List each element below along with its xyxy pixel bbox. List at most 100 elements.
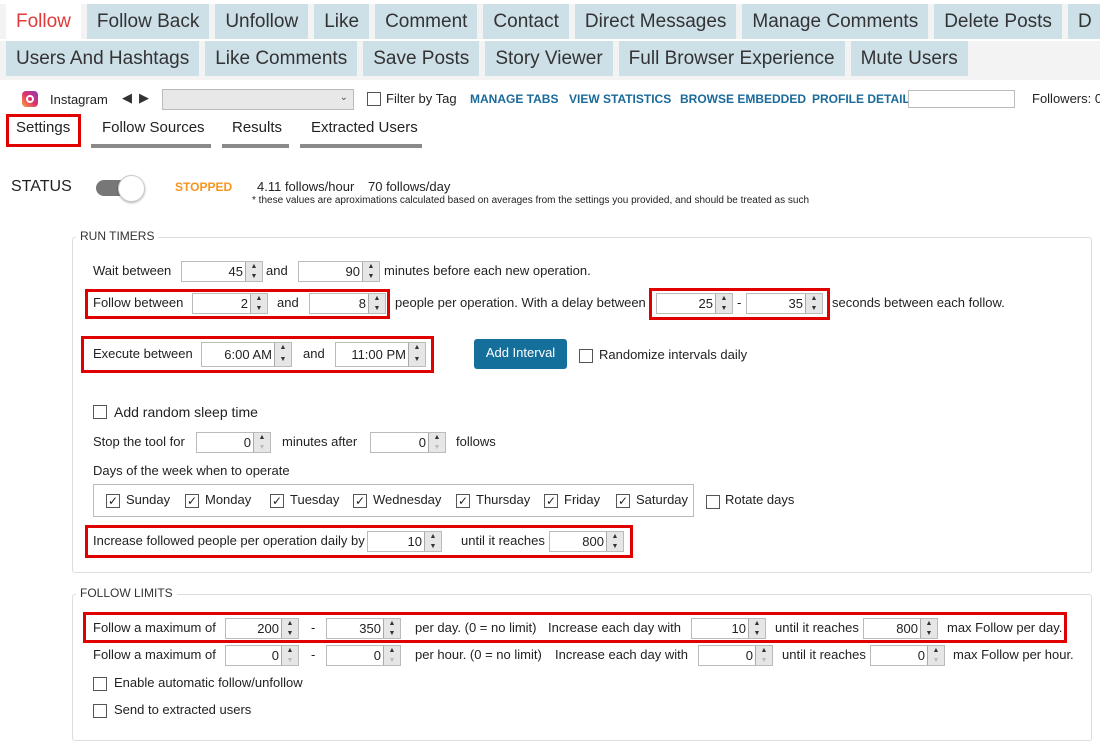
hour-reach-input[interactable]: 0 ▲ ▼: [870, 645, 945, 666]
prev-account-icon[interactable]: ◀: [122, 90, 132, 106]
send-extracted-checkbox[interactable]: [93, 704, 107, 718]
until-label: until it reaches: [782, 647, 866, 662]
randomize-checkbox[interactable]: [579, 349, 593, 363]
add-interval-button[interactable]: Add Interval: [474, 339, 567, 369]
view-statistics-link[interactable]: VIEW STATISTICS: [569, 92, 671, 106]
tab-contact[interactable]: Contact: [483, 4, 569, 39]
random-sleep-checkbox[interactable]: [93, 405, 107, 419]
subtab-underline: [300, 144, 422, 148]
thursday-checkbox[interactable]: ✓: [456, 494, 470, 508]
spinner[interactable]: ▲ ▼: [362, 262, 379, 281]
stop-minutes-input[interactable]: 0 ▲ ▼: [196, 432, 271, 453]
profile-search-input[interactable]: [908, 90, 1015, 108]
subtab-extracted-users[interactable]: Extracted Users: [311, 119, 418, 136]
spinner[interactable]: ▲ ▼: [424, 532, 441, 551]
dash: -: [311, 647, 316, 662]
status-toggle[interactable]: [96, 175, 145, 202]
wait-suffix: minutes before each new operation.: [384, 263, 591, 278]
spinner[interactable]: ▲ ▼: [408, 343, 425, 366]
spinner[interactable]: ▲ ▼: [606, 532, 623, 551]
spinner[interactable]: ▲ ▼: [250, 294, 267, 313]
subtab-follow-sources[interactable]: Follow Sources: [102, 119, 205, 136]
tab-manage-comments[interactable]: Manage Comments: [742, 4, 929, 39]
followers-count: Followers: 0: [1032, 91, 1100, 106]
auto-follow-unfollow-checkbox[interactable]: [93, 677, 107, 691]
delay-min-input[interactable]: 25 ▲ ▼: [656, 293, 733, 314]
sunday-checkbox[interactable]: ✓: [106, 494, 120, 508]
manage-tabs-link[interactable]: MANAGE TABS: [470, 92, 558, 106]
tab-full-browser-experience[interactable]: Full Browser Experience: [618, 41, 845, 76]
filter-by-tag-label: Filter by Tag: [386, 91, 457, 106]
spinner[interactable]: ▲ ▼: [245, 262, 262, 281]
stop-follows-input[interactable]: 0 ▲ ▼: [370, 432, 446, 453]
saturday-checkbox[interactable]: ✓: [616, 494, 630, 508]
status-label: STATUS: [11, 178, 72, 195]
day-reach-input[interactable]: 800 ▲ ▼: [863, 618, 938, 639]
spinner[interactable]: ▲ ▼: [383, 619, 400, 638]
hour-increase-input[interactable]: 0 ▲ ▼: [698, 645, 773, 666]
tab-comment[interactable]: Comment: [375, 4, 478, 39]
and-label: and: [266, 263, 288, 278]
spinner[interactable]: ▲ ▼: [281, 646, 298, 665]
follow-min-input[interactable]: 2 ▲ ▼: [192, 293, 268, 314]
spinner[interactable]: ▲ ▼: [253, 433, 270, 452]
spinner[interactable]: ▲ ▼: [368, 294, 385, 313]
increase-input[interactable]: 10 ▲ ▼: [367, 531, 442, 552]
tab-unfollow[interactable]: Unfollow: [215, 4, 309, 39]
day-label: Monday: [205, 492, 252, 507]
execute-end-input[interactable]: 11:00 PM ▲ ▼: [335, 342, 426, 367]
execute-start-input[interactable]: 6:00 AM ▲ ▼: [201, 342, 292, 367]
tab-mute-users[interactable]: Mute Users: [850, 41, 968, 76]
wait-min-input[interactable]: 45 ▲ ▼: [181, 261, 263, 282]
follow-suffix: people per operation. With a delay betwe…: [395, 295, 646, 310]
hour-max-input[interactable]: 0 ▲ ▼: [326, 645, 401, 666]
hour-min-input[interactable]: 0 ▲ ▼: [225, 645, 299, 666]
wait-max-input[interactable]: 90 ▲ ▼: [298, 261, 380, 282]
profile-details-link[interactable]: PROFILE DETAILS: [812, 92, 918, 106]
filter-by-tag-checkbox[interactable]: [367, 92, 381, 106]
execute-label: Execute between: [93, 346, 193, 361]
account-select[interactable]: ⌄: [162, 89, 354, 110]
browse-embedded-link[interactable]: BROWSE EMBEDDED: [680, 92, 806, 106]
spinner[interactable]: ▲ ▼: [748, 619, 765, 638]
increase-max-input[interactable]: 800 ▲ ▼: [549, 531, 624, 552]
follow-max-input[interactable]: 8 ▲ ▼: [309, 293, 386, 314]
day-min-input[interactable]: 200 ▲ ▼: [225, 618, 299, 639]
tab-follow[interactable]: Follow: [6, 4, 81, 39]
subtab-results[interactable]: Results: [232, 119, 282, 136]
tab-truncated[interactable]: D: [1067, 4, 1100, 39]
increase-label: Increase followed people per operation d…: [93, 533, 365, 548]
day-max-input[interactable]: 350 ▲ ▼: [326, 618, 401, 639]
next-account-icon[interactable]: ▶: [139, 90, 149, 106]
tab-users-and-hashtags[interactable]: Users And Hashtags: [6, 41, 200, 76]
tab-save-posts[interactable]: Save Posts: [363, 41, 480, 76]
tab-follow-back[interactable]: Follow Back: [86, 4, 210, 39]
and-label: and: [303, 346, 325, 361]
day-increase-input[interactable]: 10 ▲ ▼: [691, 618, 766, 639]
tab-like-comments[interactable]: Like Comments: [205, 41, 358, 76]
tab-story-viewer[interactable]: Story Viewer: [485, 41, 613, 76]
status-state: STOPPED: [175, 180, 233, 194]
spinner[interactable]: ▲ ▼: [715, 294, 732, 313]
wednesday-checkbox[interactable]: ✓: [353, 494, 367, 508]
day-note: per day. (0 = no limit): [415, 620, 537, 635]
spinner[interactable]: ▲ ▼: [927, 646, 944, 665]
minutes-after-label: minutes after: [282, 434, 358, 449]
spinner[interactable]: ▲ ▼: [281, 619, 298, 638]
rotate-days-checkbox[interactable]: [706, 495, 720, 509]
spinner[interactable]: ▲ ▼: [383, 646, 400, 665]
spinner[interactable]: ▲ ▼: [805, 294, 822, 313]
monday-checkbox[interactable]: ✓: [185, 494, 199, 508]
spinner[interactable]: ▲ ▼: [428, 433, 445, 452]
spinner[interactable]: ▲ ▼: [920, 619, 937, 638]
friday-checkbox[interactable]: ✓: [544, 494, 558, 508]
stop-label: Stop the tool for: [93, 434, 185, 449]
spinner[interactable]: ▲ ▼: [755, 646, 772, 665]
tab-direct-messages[interactable]: Direct Messages: [574, 4, 737, 39]
delay-max-input[interactable]: 35 ▲ ▼: [746, 293, 823, 314]
tab-delete-posts[interactable]: Delete Posts: [934, 4, 1062, 39]
spinner[interactable]: ▲ ▼: [274, 343, 291, 366]
subtab-underline: [222, 144, 289, 148]
tab-like[interactable]: Like: [314, 4, 370, 39]
tuesday-checkbox[interactable]: ✓: [270, 494, 284, 508]
